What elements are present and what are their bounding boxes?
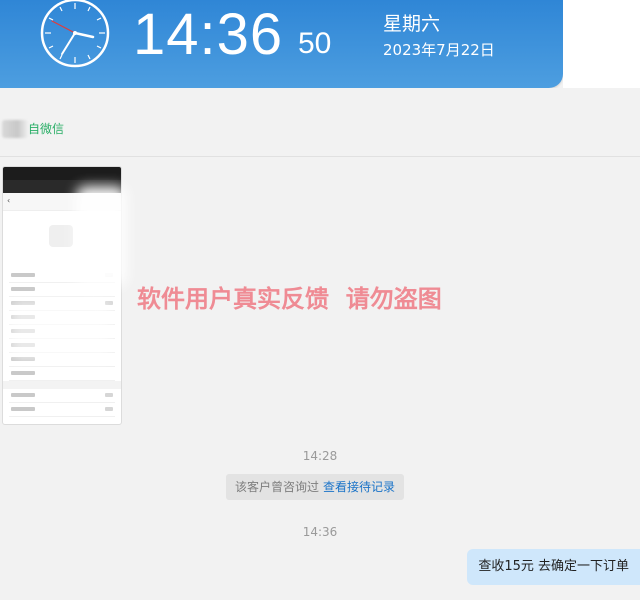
clock-widget: 14:36 50 星期六 2023年7月22日 (0, 0, 563, 88)
contact-avatar[interactable] (2, 120, 28, 138)
clock-weekday: 星期六 (383, 13, 441, 35)
privacy-blur (10, 300, 110, 360)
view-reception-record-link[interactable]: 查看接待记录 (323, 480, 395, 494)
thumb-avatar (49, 225, 73, 247)
thumb-back-icon: ‹ (7, 196, 11, 205)
contact-info-bar: 自微信 (0, 88, 640, 157)
watermark-text: 软件用户真实反馈 请勿盗图 (137, 285, 442, 313)
privacy-blur (76, 186, 126, 286)
consultation-history-note: 该客户曾咨询过 查看接待记录 (226, 474, 405, 500)
thumb-row (9, 369, 115, 381)
outgoing-message-bubble[interactable]: 查收15元 去确定一下订单 (467, 549, 640, 585)
chat-window: 14:36 50 星期六 2023年7月22日 自微信 ‹ 软件用户真实反馈 请… (0, 0, 640, 600)
thumb-status-bar (3, 167, 121, 180)
thumb-row (9, 391, 115, 403)
message-timestamp: 14:36 (302, 525, 338, 539)
thumb-row (9, 285, 115, 297)
clock-seconds: 50 (298, 27, 332, 60)
clock-date: 2023年7月22日 (383, 41, 495, 59)
thumb-row (9, 405, 115, 417)
message-timestamp: 14:28 (302, 449, 338, 463)
analog-clock-icon (40, 0, 110, 68)
header-blank-area (563, 0, 640, 88)
clock-time: 14:36 (133, 2, 284, 67)
system-note-text: 该客户曾咨询过 (235, 480, 320, 494)
thumb-gap (3, 381, 121, 389)
contact-source-label: 自微信 (28, 122, 65, 136)
